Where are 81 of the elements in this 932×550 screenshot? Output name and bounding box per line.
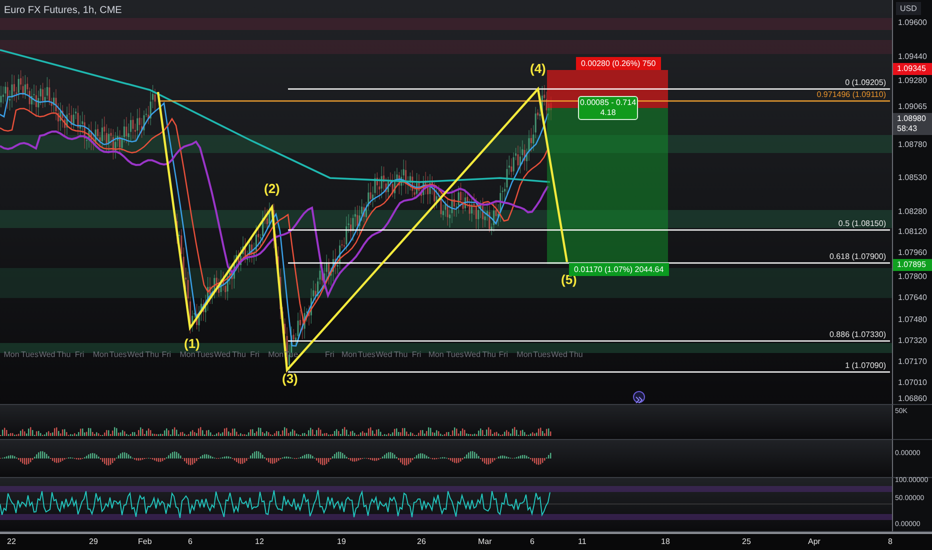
time-label: Apr xyxy=(808,537,820,546)
chart-title: Euro FX Futures, 1h, CME xyxy=(4,5,122,16)
wave-label: (4) xyxy=(530,61,546,76)
weekday-label: Mon xyxy=(4,350,20,359)
risk-label: 0.00280 (0.26%) 750 xyxy=(576,57,661,70)
weekday-label: Mon xyxy=(268,350,284,359)
fib-level-label: 0.618 (1.07900) xyxy=(830,252,886,261)
fib-level-label: 1 (1.07090) xyxy=(845,361,886,370)
price-label: 1.08120 xyxy=(898,227,927,236)
weekday-label: Wed xyxy=(464,350,481,359)
time-label: 11 xyxy=(578,537,586,546)
weekday-label: Tues xyxy=(358,350,376,359)
price-label: 1.09440 xyxy=(898,52,927,61)
weekday-label: Tues xyxy=(446,350,464,359)
price-label: 1.07640 xyxy=(898,293,927,302)
price-label: 1.08530 xyxy=(898,173,927,182)
wave-label: (1) xyxy=(184,336,200,351)
fib-level-label: 0.5 (1.08150) xyxy=(838,219,886,228)
time-label: 6 xyxy=(530,537,534,546)
time-label: 6 xyxy=(188,537,192,546)
time-label: 29 xyxy=(89,537,98,546)
weekday-label: Tues xyxy=(196,350,214,359)
weekday-label: Thu xyxy=(569,350,583,359)
fib-level-label: 0.886 (1.07330) xyxy=(830,330,886,339)
weekday-label: Thu xyxy=(145,350,160,359)
price-label: 1.07800 xyxy=(898,272,927,281)
price-label: 1.07010 xyxy=(898,378,927,387)
weekday-label: Wed xyxy=(214,350,230,359)
price-label: 1.07480 xyxy=(898,315,927,324)
weekday-label: Thu xyxy=(232,350,246,359)
price-label: 1.07960 xyxy=(898,248,927,257)
time-label: Feb xyxy=(138,537,152,546)
price-label: 1.07320 xyxy=(898,336,927,345)
price-label: 1.07170 xyxy=(898,357,927,366)
weekday-label: Thu xyxy=(482,350,496,359)
weekday-label: Thu xyxy=(394,350,408,359)
entry-text: 0.00085 - 0.714 xyxy=(580,98,636,108)
weekday-label: Mon xyxy=(92,350,108,359)
price-label: 1.09065 xyxy=(898,102,927,111)
price-label: 1.09600 xyxy=(898,18,927,27)
weekday-label: Fri xyxy=(250,350,260,359)
weekday-label: Wed xyxy=(376,350,392,359)
weekday-label: Fri xyxy=(498,350,508,359)
entry-text: 4.18 xyxy=(600,108,616,118)
reward-label: 0.01170 (1.07%) 2044.64 xyxy=(569,263,669,276)
weekday-label: Mon xyxy=(428,350,444,359)
currency-label[interactable]: USD xyxy=(896,2,921,15)
fib-level-label: 0 (1.09205) xyxy=(845,78,886,87)
time-label: 26 xyxy=(417,537,426,546)
weekday-label: Tues xyxy=(533,350,551,359)
weekday-label: Tues xyxy=(20,350,38,359)
price-label: 1.09280 xyxy=(898,76,927,85)
time-label: 22 xyxy=(7,537,16,546)
wave-label: (2) xyxy=(264,181,280,196)
weekday-label: Mon xyxy=(180,350,196,359)
weekday-label: Tues xyxy=(109,350,127,359)
weekday-label: Wed xyxy=(127,350,144,359)
time-label: 18 xyxy=(661,537,670,546)
weekday-label: Fri xyxy=(324,350,334,359)
price-label: 1.06860 xyxy=(898,394,927,403)
time-label: 12 xyxy=(255,537,264,546)
weekday-label: Wed xyxy=(38,350,56,359)
fib-level-label: 0.971496 (1.09110) xyxy=(816,90,886,99)
price-label: 1.08280 xyxy=(898,207,927,216)
badge-text: 58:43 xyxy=(897,124,918,134)
time-label: 8 xyxy=(888,537,892,546)
price-label: 1.08780 xyxy=(898,140,927,149)
time-label: 19 xyxy=(337,537,346,546)
time-label: 25 xyxy=(742,537,751,546)
weekday-label: Mon xyxy=(341,350,357,359)
weekday-label: Wed xyxy=(551,350,568,359)
weekday-label: Fri xyxy=(162,350,172,359)
wave-label: (3) xyxy=(282,371,298,386)
badge-text: 1.08980 xyxy=(897,114,927,124)
weekday-label: Fri xyxy=(74,350,84,359)
weekday-label: Mon xyxy=(516,350,532,359)
badge-text: 1.09345 xyxy=(897,64,927,74)
badge-text: 1.07895 xyxy=(897,260,927,270)
weekday-label: Fri xyxy=(412,350,422,359)
time-label: Mar xyxy=(478,537,492,546)
weekday-label: Thu xyxy=(56,350,71,359)
